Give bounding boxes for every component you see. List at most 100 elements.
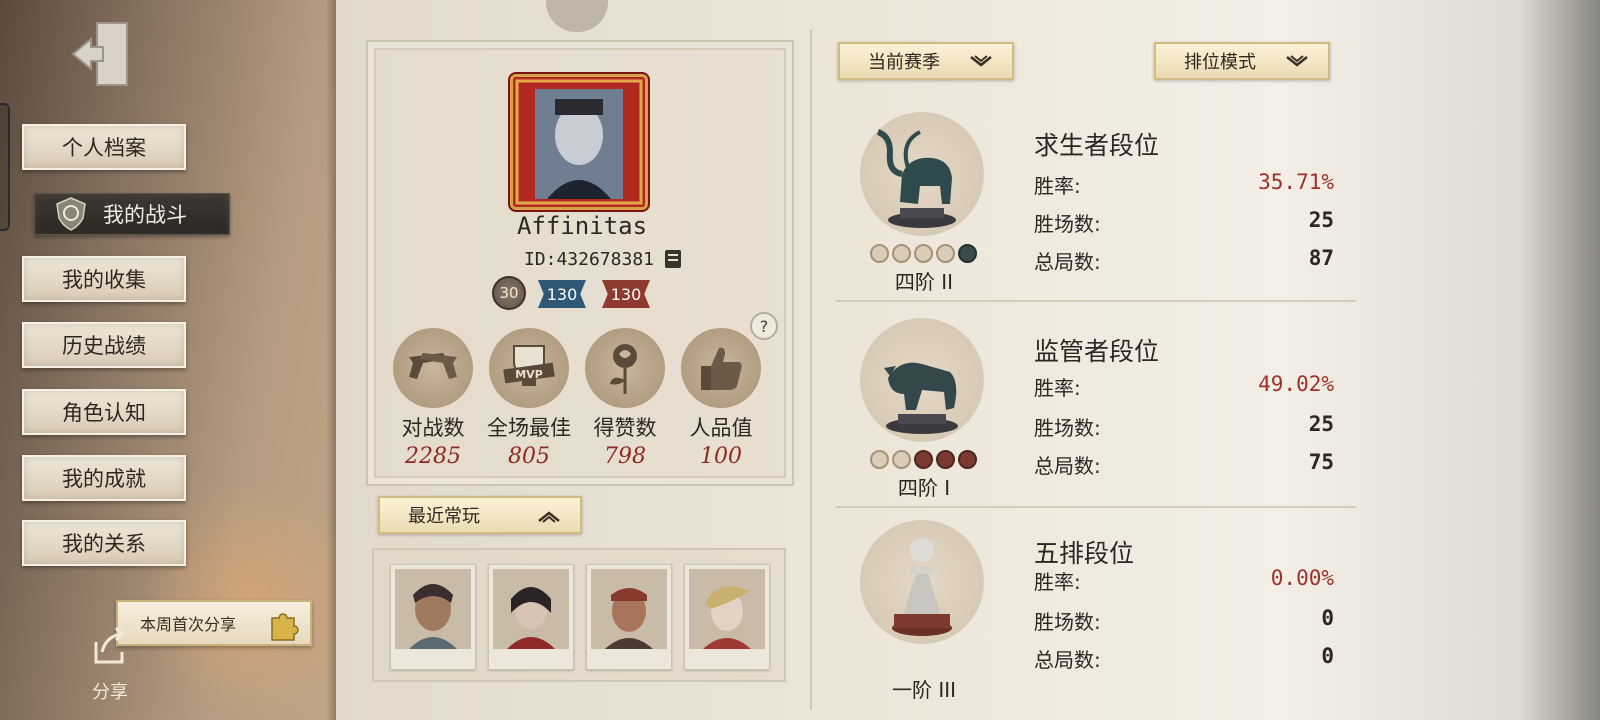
weekly-share-text: 本周首次分享	[140, 615, 237, 634]
sidebar-item-collection[interactable]: 我的收集	[22, 256, 186, 302]
sidebar-item-character-mastery[interactable]: 角色认知	[22, 389, 186, 435]
panther-icon	[884, 362, 958, 434]
character-portrait-icon	[591, 569, 667, 649]
main-panel: Affinitas ID:432678381 30 130 130 ? 对战数 …	[336, 0, 1600, 720]
season-dropdown[interactable]: 当前赛季	[838, 42, 1014, 80]
rank-tier: 四阶 II	[894, 270, 954, 294]
character-card[interactable]	[586, 564, 672, 670]
wins-value: 25	[1308, 208, 1334, 232]
exit-door-icon	[71, 22, 128, 86]
rank-trophy	[860, 112, 984, 236]
stat-likes[interactable]: 得赞数 798	[582, 328, 668, 469]
sidebar-item-relationships[interactable]: 我的关系	[22, 520, 186, 566]
rank-title: 监管者段位	[1034, 337, 1160, 366]
recent-played-label: 最近常玩	[408, 506, 480, 527]
avatar-portrait-icon	[513, 77, 645, 207]
chess-pawn-icon	[892, 538, 952, 636]
character-portrait	[689, 569, 765, 649]
win-rate-label: 胜率:	[1034, 174, 1081, 198]
sidebar-item-my-battles[interactable]: 我的战斗	[34, 193, 230, 235]
total-row: 总局数: 87	[1034, 246, 1334, 276]
character-card[interactable]	[488, 564, 574, 670]
stat-mvp[interactable]: MVP 全场最佳 805	[486, 328, 572, 469]
win-rate-value: 0.00%	[1270, 566, 1334, 590]
survivor-badge: 130	[538, 280, 586, 308]
rank-title: 求生者段位	[1034, 131, 1160, 160]
wins-value: 25	[1308, 412, 1334, 436]
character-card[interactable]	[390, 564, 476, 670]
rank-trophy	[860, 520, 984, 644]
copy-id-icon[interactable]	[663, 248, 683, 270]
wins-label: 胜场数:	[1034, 610, 1101, 634]
wins-row: 胜场数: 25	[1034, 208, 1334, 238]
stat-label: 全场最佳	[487, 416, 571, 440]
user-id: ID:432678381	[523, 249, 654, 270]
recent-characters	[372, 548, 786, 682]
mode-dropdown[interactable]: 排位模式	[1154, 42, 1330, 80]
win-rate-row: 胜率: 0.00%	[1034, 566, 1334, 596]
rank-tier: 四阶 I	[897, 476, 951, 500]
wins-label: 胜场数:	[1034, 416, 1101, 440]
wins-row: 胜场数: 25	[1034, 412, 1334, 442]
weekly-share-banner[interactable]: 本周首次分享	[116, 600, 312, 646]
sidebar-item-profile[interactable]: 个人档案	[22, 124, 186, 170]
win-rate-row: 胜率: 49.02%	[1034, 372, 1334, 402]
sidebar: 个人档案 我的战斗 我的收集 历史战绩 角色认知 我的成就 我的关系 本周首次分…	[0, 0, 340, 720]
five-player-rank[interactable]: 一阶 III 五排段位 胜率: 0.00% 胜场数: 0 总局数: 0	[836, 520, 1356, 720]
sidebar-item-label: 历史战绩	[62, 334, 146, 358]
star-icon	[870, 450, 889, 469]
share-icon[interactable]	[86, 624, 132, 670]
exit-button[interactable]	[66, 18, 138, 90]
paper-shadow	[1520, 0, 1600, 720]
stat-icon-circle	[393, 328, 473, 408]
stat-icon-circle	[585, 328, 665, 408]
panel-divider	[810, 30, 812, 710]
sidebar-item-label: 角色认知	[62, 401, 146, 425]
win-rate-row: 胜率: 35.71%	[1034, 170, 1334, 200]
username: Affinitas	[516, 212, 648, 240]
top-tab-handle[interactable]	[546, 0, 608, 32]
stat-matches[interactable]: 对战数 2285	[390, 328, 476, 469]
total-label: 总局数:	[1034, 454, 1101, 478]
total-label: 总局数:	[1034, 648, 1101, 672]
puzzle-icon	[271, 613, 299, 641]
win-rate-label: 胜率:	[1034, 570, 1081, 594]
rank-divider	[836, 300, 1356, 302]
rank-tier: 一阶 III	[891, 678, 957, 702]
badge-row: 30 130 130	[492, 276, 672, 310]
sidebar-item-label: 个人档案	[62, 136, 146, 160]
chevron-up-icon	[538, 511, 560, 523]
mode-dropdown-label: 排位模式	[1184, 52, 1256, 73]
recent-played-dropdown[interactable]: 最近常玩	[378, 496, 582, 534]
survivor-rank[interactable]: 四阶 II 求生者段位 胜率: 35.71% 胜场数: 25 总局数: 87	[836, 112, 1356, 312]
avatar[interactable]	[510, 74, 648, 210]
sidebar-item-label: 我的战斗	[103, 203, 187, 227]
hunter-rank[interactable]: 四阶 I 监管者段位 胜率: 49.02% 胜场数: 25 总局数: 75	[836, 318, 1356, 518]
level-badge: 30	[492, 276, 526, 310]
stat-value: 2285	[405, 444, 461, 469]
stat-value: 805	[508, 444, 550, 469]
character-portrait-icon	[395, 569, 471, 649]
character-portrait	[493, 569, 569, 649]
star-icon	[892, 244, 911, 263]
star-icon	[914, 244, 933, 263]
total-label: 总局数:	[1034, 250, 1101, 274]
share-label: 分享	[92, 682, 128, 703]
character-card[interactable]	[684, 564, 770, 670]
star-icon	[958, 450, 977, 469]
sidebar-item-label: 我的关系	[62, 532, 146, 556]
sidebar-item-history[interactable]: 历史战绩	[22, 322, 186, 368]
stat-reputation[interactable]: 人品值 100	[678, 328, 764, 469]
character-portrait-icon	[493, 569, 569, 649]
stat-icon-circle	[681, 328, 761, 408]
mammoth-icon	[876, 129, 956, 228]
chevron-down-icon	[970, 55, 992, 67]
stat-label: 对战数	[401, 416, 465, 440]
stat-label: 得赞数	[593, 416, 657, 440]
star-icon	[892, 450, 911, 469]
rank-stars	[870, 244, 978, 264]
stat-label: 人品值	[689, 416, 753, 440]
rank-divider	[836, 506, 1356, 508]
sidebar-item-label: 我的成就	[62, 467, 146, 491]
sidebar-item-achievements[interactable]: 我的成就	[22, 455, 186, 501]
